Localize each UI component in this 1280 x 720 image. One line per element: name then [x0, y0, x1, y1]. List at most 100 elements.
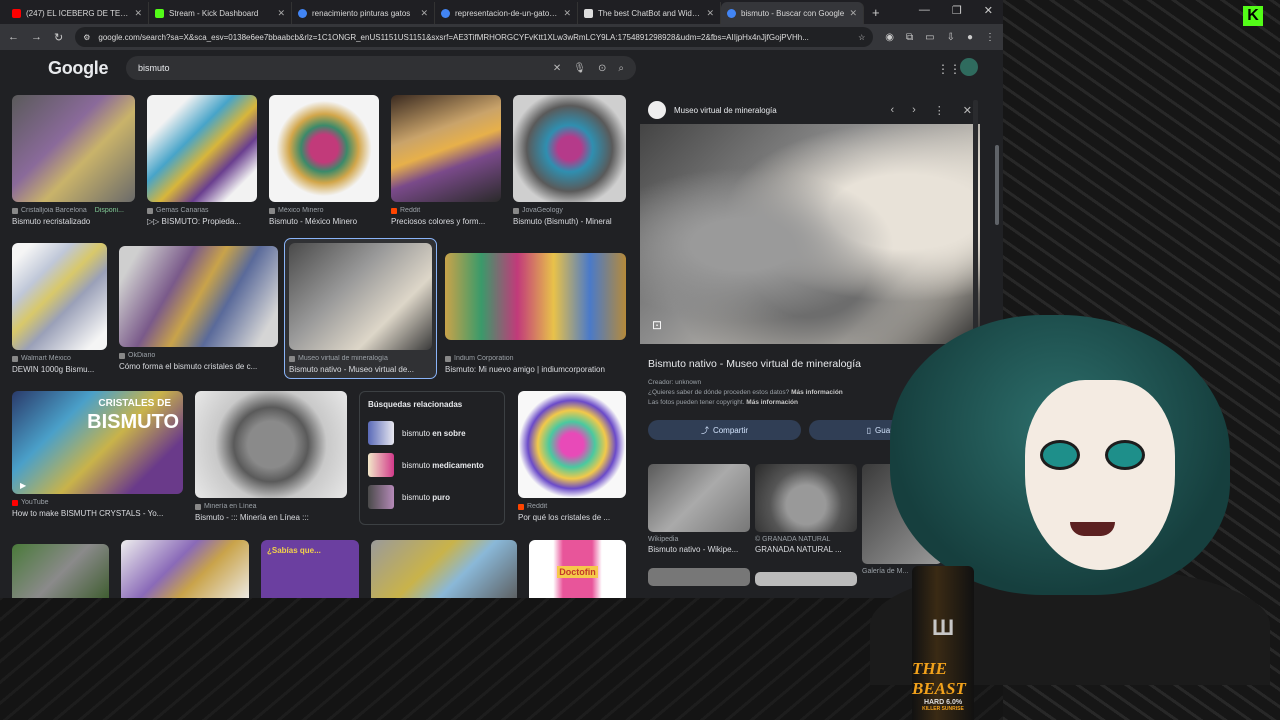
site-info-icon[interactable]: ⚙: [83, 33, 90, 42]
result-card[interactable]: Minería en Línea Bismuto - ::: Minería e…: [195, 391, 347, 522]
related-image-card[interactable]: [648, 568, 750, 586]
related-image-card[interactable]: Wikipedia Bismuto nativo - Wikipe...: [648, 464, 750, 554]
lens-icon[interactable]: ⊡: [652, 318, 662, 332]
close-icon[interactable]: ✕: [849, 8, 857, 19]
reload-icon[interactable]: ↻: [54, 31, 63, 44]
related-image[interactable]: [755, 572, 857, 586]
result-image[interactable]: [391, 95, 501, 202]
search-icon[interactable]: ⌕: [618, 63, 624, 74]
result-card[interactable]: ¿Sabías que...: [261, 540, 359, 598]
result-caption[interactable]: Bismuto (Bismuth) - Mineral: [513, 217, 626, 226]
result-card[interactable]: Reddit Preciosos colores y form...: [391, 95, 501, 226]
result-caption[interactable]: Por qué los cristales de ...: [518, 513, 626, 522]
close-window-icon[interactable]: ✕: [984, 4, 993, 17]
bookmark-star-icon[interactable]: ☆: [858, 33, 865, 42]
more-icon[interactable]: ⋮: [934, 104, 945, 117]
result-caption[interactable]: Bismuto - ::: Minería en Línea :::: [195, 513, 347, 522]
tab-3[interactable]: representacion-de-un-gato-en ✕: [435, 2, 578, 24]
related-item[interactable]: bismuto medicamento: [368, 449, 496, 481]
minimize-icon[interactable]: —: [919, 4, 930, 17]
tab-0[interactable]: (247) EL ICEBERG DE TEORÍAS ✕: [6, 2, 149, 24]
more-info-link[interactable]: Más información: [746, 399, 798, 406]
tab-2[interactable]: renacimiento pinturas gatos ✕: [292, 2, 435, 24]
close-icon[interactable]: ✕: [420, 8, 428, 19]
result-card[interactable]: JovaGeology Bismuto (Bismuth) - Mineral: [513, 95, 626, 226]
result-caption[interactable]: Bismuto - México Minero: [269, 217, 379, 226]
result-image[interactable]: [513, 95, 626, 202]
search-input[interactable]: bismuto: [138, 63, 541, 73]
maximize-icon[interactable]: ❐: [952, 4, 962, 17]
new-tab-button[interactable]: +: [872, 2, 880, 24]
page-scrollbar[interactable]: [995, 145, 999, 225]
lens-icon[interactable]: ⊙: [598, 63, 606, 74]
close-icon[interactable]: ✕: [134, 8, 142, 19]
result-caption[interactable]: Bismuto nativo - Museo virtual de...: [289, 365, 432, 374]
result-image[interactable]: CRISTALES DE BISMUTO ▶: [12, 391, 183, 494]
tab-5[interactable]: bismuto - Buscar con Google ✕: [721, 2, 864, 24]
back-icon[interactable]: ←: [8, 31, 19, 43]
result-image[interactable]: Doctofin: [529, 540, 626, 598]
related-image-card[interactable]: © GRANADA NATURAL GRANADA NATURAL ...: [755, 464, 857, 554]
related-image-card[interactable]: [755, 572, 857, 586]
download-icon[interactable]: ⇩: [947, 32, 955, 43]
share-button[interactable]: ⤴ Compartir: [648, 420, 801, 440]
result-card[interactable]: [121, 540, 249, 598]
result-image[interactable]: [269, 95, 379, 202]
mic-icon[interactable]: 🎙: [573, 63, 586, 74]
result-card[interactable]: [371, 540, 517, 598]
result-card[interactable]: CRISTALES DE BISMUTO ▶ YouTube How to ma…: [12, 391, 183, 518]
result-image[interactable]: [147, 95, 257, 202]
result-card[interactable]: Reddit Por qué los cristales de ...: [518, 391, 626, 522]
result-image[interactable]: [445, 253, 626, 340]
result-image[interactable]: [121, 540, 249, 598]
puzzle-icon[interactable]: ⧉: [906, 32, 913, 43]
result-caption[interactable]: How to make BISMUTH CRYSTALS - Yo...: [12, 509, 183, 518]
avatar[interactable]: [960, 58, 978, 76]
menu-icon[interactable]: ⋮: [985, 32, 995, 43]
result-image[interactable]: [12, 243, 107, 350]
close-icon[interactable]: ✕: [963, 104, 972, 117]
result-caption[interactable]: Preciosos colores y form...: [391, 217, 501, 226]
cast-icon[interactable]: ▭: [925, 32, 934, 43]
url-field[interactable]: ⚙ google.com/search?sa=X&sca_esv=0138e6e…: [75, 27, 874, 47]
clear-icon[interactable]: ✕: [553, 63, 561, 74]
result-caption[interactable]: Cómo forma el bismuto cristales de c...: [119, 362, 278, 371]
close-icon[interactable]: ✕: [706, 8, 714, 19]
google-logo[interactable]: Google: [48, 58, 109, 79]
tab-4[interactable]: The best ChatBot and Widgets ✕: [578, 2, 721, 24]
result-image[interactable]: [119, 246, 278, 347]
related-image-caption[interactable]: Bismuto nativo - Wikipe...: [648, 545, 750, 554]
result-card[interactable]: Walmart México DEWIN 1000g Bismu...: [12, 243, 107, 374]
chevron-right-icon[interactable]: ›: [912, 104, 916, 116]
related-image[interactable]: [648, 464, 750, 532]
close-icon[interactable]: ✕: [563, 8, 571, 19]
result-image[interactable]: [518, 391, 626, 498]
panel-site-name[interactable]: Museo virtual de mineralogía: [674, 106, 872, 115]
chevron-left-icon[interactable]: ‹: [890, 104, 894, 116]
forward-icon[interactable]: →: [31, 31, 42, 43]
result-caption[interactable]: DEWIN 1000g Bismu...: [12, 365, 107, 374]
result-caption[interactable]: Bismuto: Mi nuevo amigo | indiumcorporat…: [445, 365, 626, 374]
result-image[interactable]: ¿Sabías que...: [261, 540, 359, 598]
result-image[interactable]: [12, 95, 135, 202]
tab-1[interactable]: Stream - Kick Dashboard ✕: [149, 2, 292, 24]
result-image[interactable]: [371, 540, 517, 598]
related-image[interactable]: [755, 464, 857, 532]
result-card[interactable]: Gemas Canarias ▷▷ BISMUTO: Propieda...: [147, 95, 257, 226]
result-card[interactable]: Doctofin: [529, 540, 626, 598]
result-card-selected[interactable]: Museo virtual de mineralogía Bismuto nat…: [284, 238, 437, 379]
close-icon[interactable]: ✕: [277, 8, 285, 19]
result-image[interactable]: [195, 391, 347, 498]
result-card[interactable]: Cristalljoia Barcelona Disponi... Bismut…: [12, 95, 135, 226]
related-image-caption[interactable]: GRANADA NATURAL ...: [755, 545, 857, 554]
search-box[interactable]: bismuto ✕ 🎙 ⊙ ⌕: [126, 56, 636, 80]
related-item[interactable]: bismuto en sobre: [368, 417, 496, 449]
result-card[interactable]: OkDiario Cómo forma el bismuto cristales…: [119, 246, 278, 371]
result-caption[interactable]: ▷▷ BISMUTO: Propieda...: [147, 217, 257, 226]
result-card[interactable]: Indium Corporation Bismuto: Mi nuevo ami…: [445, 253, 626, 374]
profile-icon[interactable]: ●: [967, 32, 973, 43]
result-card[interactable]: México Minero Bismuto - México Minero: [269, 95, 379, 226]
extension-icon[interactable]: ◉: [885, 32, 894, 43]
result-image[interactable]: [12, 544, 109, 598]
result-card[interactable]: [12, 544, 109, 598]
